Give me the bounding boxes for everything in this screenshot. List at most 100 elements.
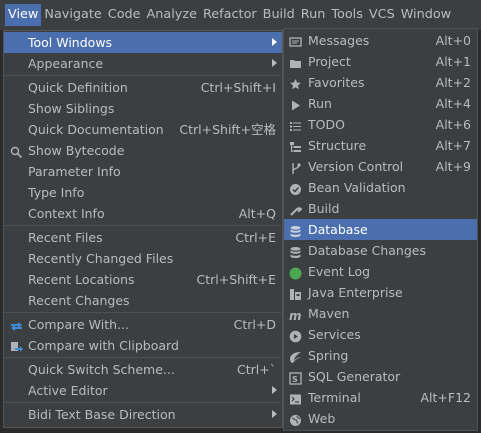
submenu-arrow-icon xyxy=(272,38,277,46)
menu-item-bean-validation[interactable]: Bean Validation xyxy=(284,177,477,198)
menu-item-label: Quick Documentation xyxy=(28,122,164,137)
menu-item-recent-changes[interactable]: Recent Changes xyxy=(4,290,282,311)
svg-text:S: S xyxy=(292,375,298,384)
menu-item-label: Maven xyxy=(308,306,350,321)
menubar-window[interactable]: Window xyxy=(398,4,454,26)
spring-icon xyxy=(289,349,302,363)
menu-item-shortcut: Alt+4 xyxy=(435,96,471,111)
menu-item-type-info[interactable]: Type Info xyxy=(4,182,282,203)
compare-clipboard-icon xyxy=(10,339,23,352)
menu-item-label: SQL Generator xyxy=(308,369,401,384)
terminal-icon xyxy=(289,391,302,405)
menu-item-label: Bean Validation xyxy=(308,180,406,195)
menu-item-label: Spring xyxy=(308,348,349,363)
menubar-build[interactable]: Build xyxy=(260,4,298,26)
menu-item-quick-definition[interactable]: Quick Definition Ctrl+Shift+I xyxy=(4,77,282,98)
menu-item-run[interactable]: Run Alt+4 xyxy=(284,93,477,114)
menu-item-parameter-info[interactable]: Parameter Info xyxy=(4,161,282,182)
menu-item-compare-with-clipboard[interactable]: Compare with Clipboard xyxy=(4,335,282,356)
menu-item-maven[interactable]: m Maven xyxy=(284,303,477,324)
menu-item-shortcut: Alt+7 xyxy=(435,138,471,153)
services-icon xyxy=(289,328,302,343)
menu-item-label: Parameter Info xyxy=(28,164,121,179)
menu-item-sql-generator[interactable]: S SQL Generator xyxy=(284,366,477,387)
menubar-refactor[interactable]: Refactor xyxy=(200,4,260,26)
menu-item-label: Database xyxy=(308,222,368,237)
menu-item-label: Show Bytecode xyxy=(28,143,125,158)
menu-item-quick-documentation[interactable]: Quick Documentation Ctrl+Shift+空格 xyxy=(4,119,282,140)
web-icon xyxy=(289,412,302,426)
sql-generator-icon: S xyxy=(289,370,302,385)
compare-icon xyxy=(10,318,23,331)
menu-item-compare-with[interactable]: Compare With... Ctrl+D xyxy=(4,314,282,335)
menu-item-shortcut: Ctrl+Shift+空格 xyxy=(179,122,276,137)
menu-item-active-editor[interactable]: Active Editor xyxy=(4,380,282,401)
menu-item-version-control[interactable]: Version Control Alt+9 xyxy=(284,156,477,177)
menu-item-label: Show Siblings xyxy=(28,101,115,116)
structure-icon xyxy=(289,139,302,152)
svg-text:m: m xyxy=(289,309,302,322)
menu-item-project[interactable]: Project Alt+1 xyxy=(284,51,477,72)
menu-item-label: Structure xyxy=(308,138,367,153)
menubar-vcs[interactable]: VCS xyxy=(366,4,398,26)
menu-item-database[interactable]: Database xyxy=(284,219,477,240)
menu-item-recent-files[interactable]: Recent Files Ctrl+E xyxy=(4,227,282,248)
menu-item-services[interactable]: Services xyxy=(284,324,477,345)
menu-separator xyxy=(5,312,281,313)
menu-separator xyxy=(5,357,281,358)
menubar-code[interactable]: Code xyxy=(105,4,144,26)
menu-item-structure[interactable]: Structure Alt+7 xyxy=(284,135,477,156)
menubar-analyze[interactable]: Analyze xyxy=(144,4,200,26)
menu-item-appearance[interactable]: Appearance xyxy=(4,53,282,74)
menu-item-label: Active Editor xyxy=(28,383,108,398)
menu-item-label: Appearance xyxy=(28,56,104,71)
event-log-icon xyxy=(289,265,302,280)
menu-item-messages[interactable]: Messages Alt+0 xyxy=(284,30,477,51)
version-control-icon xyxy=(289,160,302,174)
menu-item-shortcut: Ctrl+` xyxy=(237,362,276,377)
menu-item-shortcut: Ctrl+Shift+I xyxy=(200,80,276,95)
menu-item-label: Quick Definition xyxy=(28,80,128,95)
menu-item-label: TODO xyxy=(308,117,345,132)
java-enterprise-icon xyxy=(289,286,302,300)
menu-item-label: Compare With... xyxy=(28,317,129,332)
menu-item-show-siblings[interactable]: Show Siblings xyxy=(4,98,282,119)
menubar-view[interactable]: View xyxy=(5,4,42,26)
menu-item-build[interactable]: Build xyxy=(284,198,477,219)
menu-bar: View Navigate Code Analyze Refactor Build Run T… xyxy=(0,0,481,30)
menu-item-event-log[interactable]: Event Log xyxy=(284,261,477,282)
todo-icon xyxy=(289,118,302,131)
menubar-navigate[interactable]: Navigate xyxy=(41,4,104,26)
submenu-arrow-icon xyxy=(272,386,277,394)
build-icon xyxy=(289,202,303,216)
menu-item-label: Web xyxy=(308,411,336,426)
menu-item-tool-windows[interactable]: Tool Windows xyxy=(4,32,282,53)
menu-separator xyxy=(5,75,281,76)
menubar-tools[interactable]: Tools xyxy=(328,4,366,26)
menu-item-web[interactable]: Web xyxy=(284,408,477,429)
bytecode-icon xyxy=(10,144,23,159)
menu-item-bidi-text-base-direction[interactable]: Bidi Text Base Direction xyxy=(4,404,282,425)
tool-windows-submenu: Messages Alt+0 Project Alt+1 Favorites Alt+2 R… xyxy=(283,28,478,431)
menu-item-recently-changed-files[interactable]: Recently Changed Files xyxy=(4,248,282,269)
menu-item-spring[interactable]: Spring xyxy=(284,345,477,366)
menubar-run[interactable]: Run xyxy=(298,4,329,26)
menu-item-label: Messages xyxy=(308,33,370,48)
menu-item-shortcut: Alt+0 xyxy=(435,33,471,48)
menu-item-database-changes[interactable]: Database Changes xyxy=(284,240,477,261)
menu-item-java-enterprise[interactable]: Java Enterprise xyxy=(284,282,477,303)
menu-item-label: Tool Windows xyxy=(28,35,113,50)
menu-item-context-info[interactable]: Context Info Alt+Q xyxy=(4,203,282,224)
menu-item-label: Recently Changed Files xyxy=(28,251,174,266)
folder-icon xyxy=(289,55,302,68)
menu-item-todo[interactable]: TODO Alt+6 xyxy=(284,114,477,135)
menu-item-shortcut: Alt+6 xyxy=(435,117,471,132)
menu-item-terminal[interactable]: Terminal Alt+F12 xyxy=(284,387,477,408)
menu-item-favorites[interactable]: Favorites Alt+2 xyxy=(284,72,477,93)
menu-item-quick-switch-scheme[interactable]: Quick Switch Scheme... Ctrl+` xyxy=(4,359,282,380)
menu-item-label: Recent Locations xyxy=(28,272,135,287)
menu-item-show-bytecode[interactable]: Show Bytecode xyxy=(4,140,282,161)
menu-item-label: Build xyxy=(308,201,340,216)
menu-item-recent-locations[interactable]: Recent Locations Ctrl+Shift+E xyxy=(4,269,282,290)
bean-validation-icon xyxy=(289,181,302,195)
